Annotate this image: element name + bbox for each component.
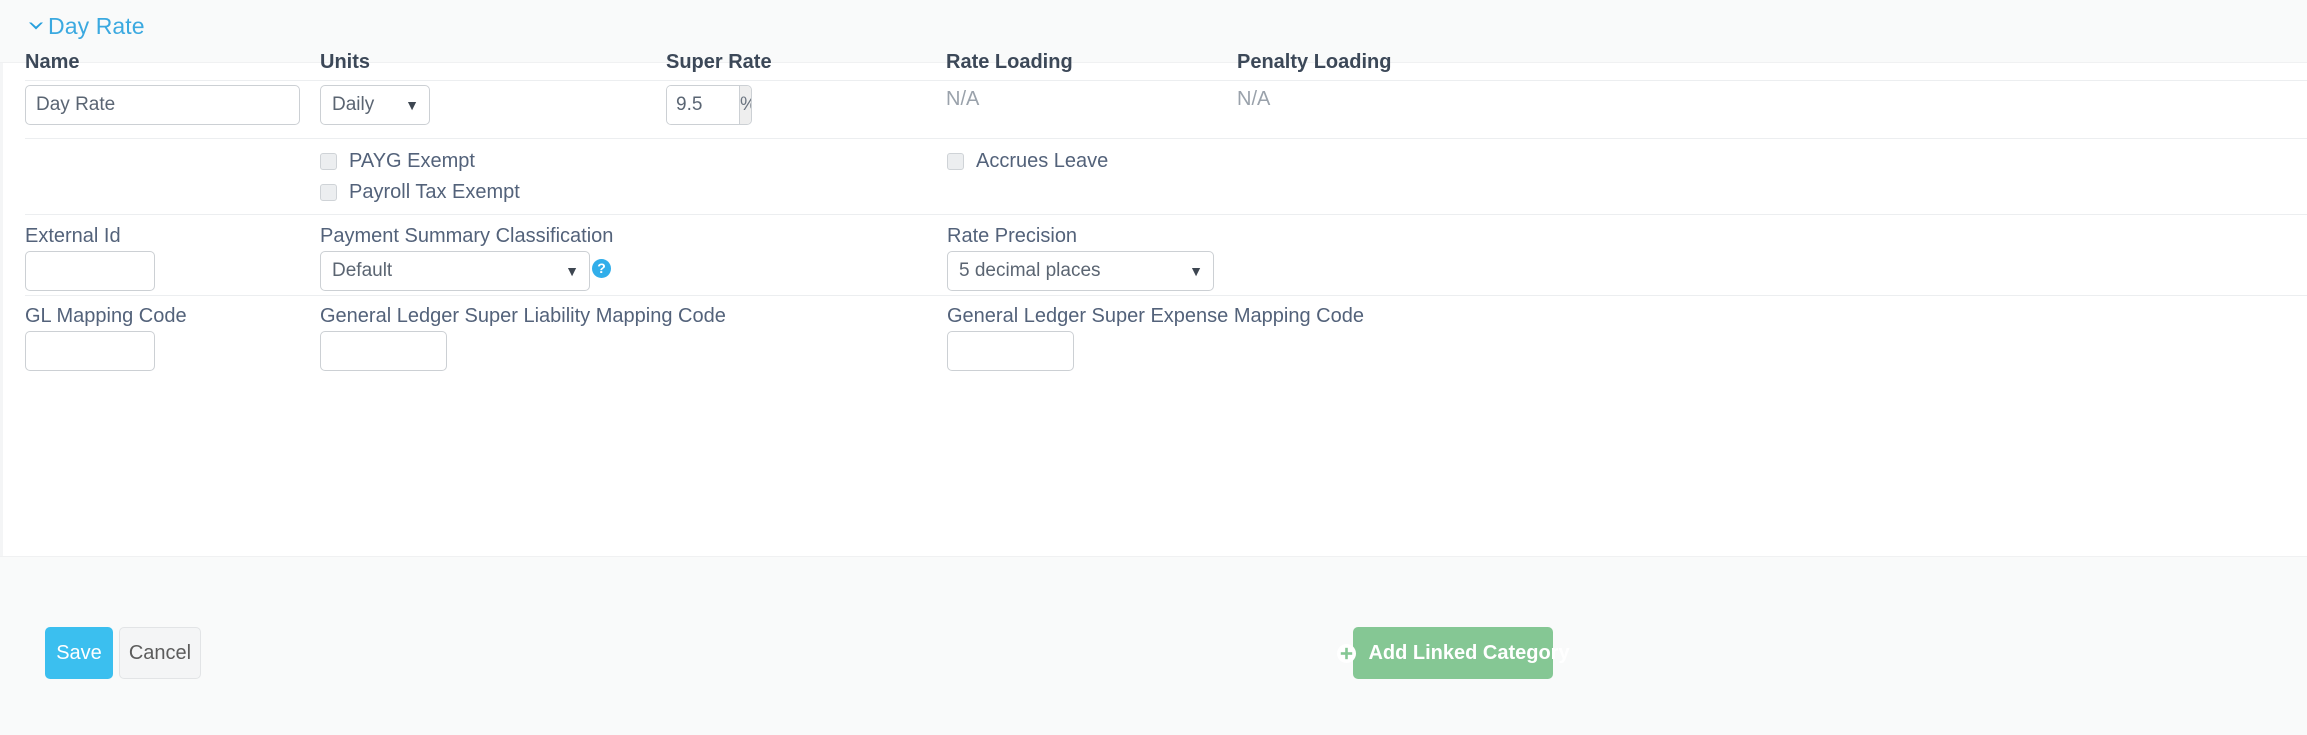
super-rate-input-group[interactable]: % — [666, 85, 752, 125]
external-id-label: External Id — [25, 225, 121, 247]
rate-precision-select-value: 5 decimal places — [959, 260, 1101, 281]
payment-summary-select[interactable]: Default ▼ — [320, 251, 590, 291]
column-header-units: Units — [320, 51, 370, 73]
chevron-down-icon: ▼ — [565, 263, 579, 279]
day-rate-panel: Day Rate Name Units Super Rate Rate Load… — [0, 0, 2307, 735]
payroll-tax-exempt-label: Payroll Tax Exempt — [349, 181, 520, 203]
units-select[interactable]: Daily ▼ — [320, 85, 430, 125]
payroll-tax-exempt-checkbox[interactable] — [320, 183, 337, 201]
accrues-leave-checkbox[interactable] — [947, 152, 964, 170]
panel-footer: Save Cancel Add Linked Category — [0, 556, 2307, 735]
add-linked-category-label: Add Linked Category — [1368, 641, 1570, 664]
divider-under-column-headers — [25, 80, 2307, 81]
cancel-button[interactable]: Cancel — [119, 627, 201, 679]
help-icon[interactable]: ? — [592, 259, 611, 278]
percent-addon: % — [739, 86, 751, 124]
external-id-input[interactable] — [25, 251, 155, 291]
penalty-loading-value: N/A — [1237, 88, 1271, 110]
gl-mapping-code-label: GL Mapping Code — [25, 305, 187, 327]
chevron-down-icon: ▼ — [405, 97, 419, 113]
gl-mapping-code-input[interactable] — [25, 331, 155, 371]
name-input[interactable] — [25, 85, 300, 125]
payg-exempt-checkbox-row[interactable]: PAYG Exempt — [320, 150, 475, 172]
accrues-leave-label: Accrues Leave — [976, 150, 1109, 172]
divider-under-checkbox-row — [25, 214, 2307, 215]
payg-exempt-label: PAYG Exempt — [349, 150, 475, 172]
panel-title[interactable]: Day Rate — [48, 14, 145, 38]
payroll-tax-exempt-checkbox-row[interactable]: Payroll Tax Exempt — [320, 181, 520, 203]
units-select-value: Daily — [332, 94, 375, 115]
payg-exempt-checkbox[interactable] — [320, 152, 337, 170]
column-header-name: Name — [25, 51, 80, 73]
column-header-rate-loading: Rate Loading — [946, 51, 1073, 73]
payment-summary-select-value: Default — [332, 260, 393, 281]
accrues-leave-checkbox-row[interactable]: Accrues Leave — [947, 150, 1108, 172]
divider-under-second-section — [25, 295, 2307, 296]
plus-circle-icon — [1336, 643, 1357, 664]
chevron-down-icon: ▼ — [1189, 263, 1203, 279]
rate-precision-select[interactable]: 5 decimal places ▼ — [947, 251, 1214, 291]
divider-under-first-row — [25, 138, 2307, 139]
payment-summary-label: Payment Summary Classification — [320, 225, 614, 247]
gl-super-expense-code-label: General Ledger Super Expense Mapping Cod… — [947, 305, 1364, 327]
rate-loading-value: N/A — [946, 88, 980, 110]
gl-super-liability-code-label: General Ledger Super Liability Mapping C… — [320, 305, 726, 327]
rate-precision-label: Rate Precision — [947, 225, 1078, 247]
column-header-super-rate: Super Rate — [666, 51, 772, 73]
super-rate-input[interactable] — [667, 86, 739, 124]
column-header-penalty-loading: Penalty Loading — [1237, 51, 1392, 73]
gl-super-expense-code-input[interactable] — [947, 331, 1074, 371]
save-button[interactable]: Save — [45, 627, 113, 679]
add-linked-category-button[interactable]: Add Linked Category — [1337, 627, 1570, 679]
gl-super-liability-code-input[interactable] — [320, 331, 447, 371]
panel-header-toggle[interactable]: Day Rate — [25, 14, 145, 38]
chevron-down-icon[interactable] — [25, 15, 47, 37]
